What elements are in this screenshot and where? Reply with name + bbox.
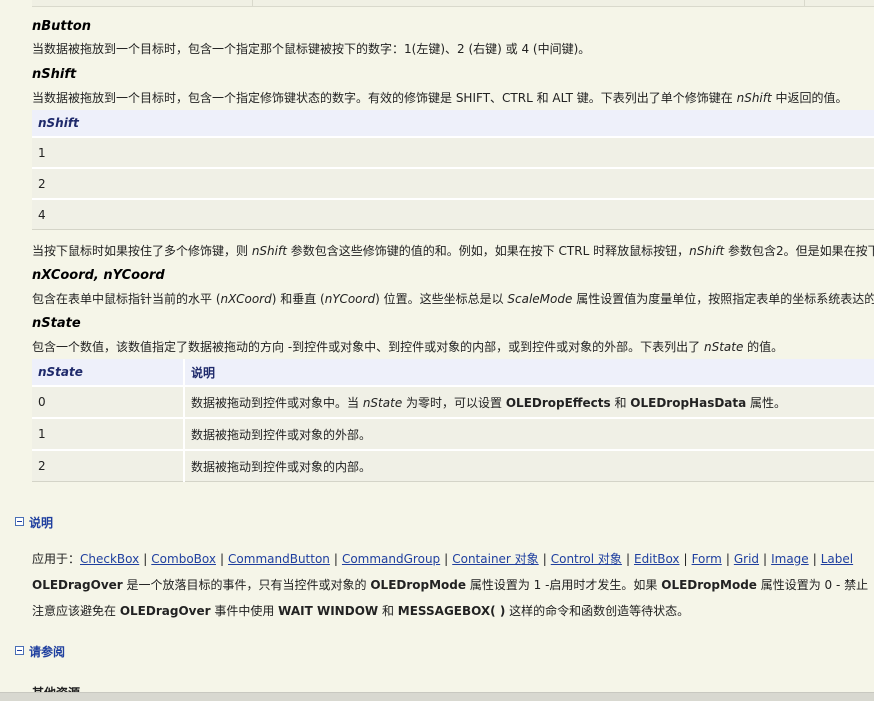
table-header-nstate: nState (32, 359, 184, 387)
nstate-values-table: nState 说明 0 数据被拖动到控件或对象中。当 nState 为零时，可以… (32, 359, 874, 482)
table-row: 2 数据被拖动到控件或对象的内部。 (32, 449, 874, 482)
table-row: 4 (32, 198, 874, 230)
param-desc-nstate: 包含一个数值，该数值指定了数据被拖动的方向 -到控件或对象中、到控件或对象的内部… (32, 340, 784, 354)
table-header-description: 说明 (183, 359, 874, 387)
collapse-icon[interactable] (15, 646, 24, 655)
section-heading-see-also[interactable]: 请参阅 (29, 643, 65, 660)
section-heading-remarks[interactable]: 说明 (29, 514, 53, 531)
link-label[interactable]: Label (821, 552, 853, 566)
table-cell: 2 (32, 449, 184, 482)
nshift-combination-note: 当按下鼠标时如果按住了多个修饰键，则 nShift 参数包含这些修饰键的值的和。… (32, 244, 874, 258)
table-row: 1 数据被拖动到控件或对象的外部。 (32, 417, 874, 451)
link-form[interactable]: Form (692, 552, 722, 566)
table-header-row: nShift (32, 110, 874, 138)
remarks-paragraph-2: 注意应该避免在 OLEDragOver 事件中使用 WAIT WINDOW 和 … (32, 604, 690, 618)
table-cell: 数据被拖动到控件或对象的外部。 (183, 417, 874, 451)
remarks-paragraph-1: OLEDragOver 是一个放落目标的事件，只有当控件或对象的 OLEDrop… (32, 578, 869, 592)
table-row: 1 (32, 136, 874, 169)
table-row: 2 (32, 167, 874, 200)
link-combobox[interactable]: ComboBox (151, 552, 216, 566)
table-column-divider (804, 0, 805, 6)
param-desc-nbutton: 当数据被拖放到一个目标时，包含一个指定那个鼠标键被按下的数字：1(左键)、2 (… (32, 42, 591, 56)
collapse-icon[interactable] (15, 517, 24, 526)
link-image[interactable]: Image (771, 552, 809, 566)
param-title-ncoord: nXCoord, nYCoord (32, 268, 165, 283)
param-desc-ncoord: 包含在表单中鼠标指针当前的水平 (nXCoord) 和垂直 (nYCoord) … (32, 292, 874, 306)
table-cell: 4 (32, 198, 874, 230)
link-control-object[interactable]: Control 对象 (551, 552, 622, 566)
param-title-nbutton: nButton (32, 19, 92, 34)
table-header-row: nState 说明 (32, 359, 874, 387)
table-header-nshift: nShift (32, 110, 874, 138)
table-cell: 2 (32, 167, 874, 200)
param-title-nshift: nShift (32, 67, 77, 82)
table-cell: 0 (32, 385, 184, 419)
link-commandgroup[interactable]: CommandGroup (342, 552, 440, 566)
nshift-values-table: nShift 1 2 4 (32, 110, 874, 230)
link-editbox[interactable]: EditBox (634, 552, 680, 566)
link-grid[interactable]: Grid (734, 552, 759, 566)
table-cell: 1 (32, 136, 874, 169)
table-cell: 1 (32, 417, 184, 451)
param-title-nstate: nState (32, 316, 81, 331)
table-row: 0 数据被拖动到控件或对象中。当 nState 为零时，可以设置 OLEDrop… (32, 385, 874, 419)
table-column-divider (252, 0, 253, 6)
table-cell: 数据被拖动到控件或对象中。当 nState 为零时，可以设置 OLEDropEf… (183, 385, 874, 419)
link-container-object[interactable]: Container 对象 (452, 552, 538, 566)
param-desc-nshift: 当数据被拖放到一个目标时，包含一个指定修饰键状态的数字。有效的修饰键是 SHIF… (32, 91, 848, 105)
applies-to-line: 应用于：CheckBox | ComboBox | CommandButton | Comm… (32, 552, 854, 566)
table-cell: 数据被拖动到控件或对象的内部。 (183, 449, 874, 482)
previous-table-edge (32, 0, 874, 7)
link-commandbutton[interactable]: CommandButton (228, 552, 330, 566)
link-checkbox[interactable]: CheckBox (80, 552, 139, 566)
